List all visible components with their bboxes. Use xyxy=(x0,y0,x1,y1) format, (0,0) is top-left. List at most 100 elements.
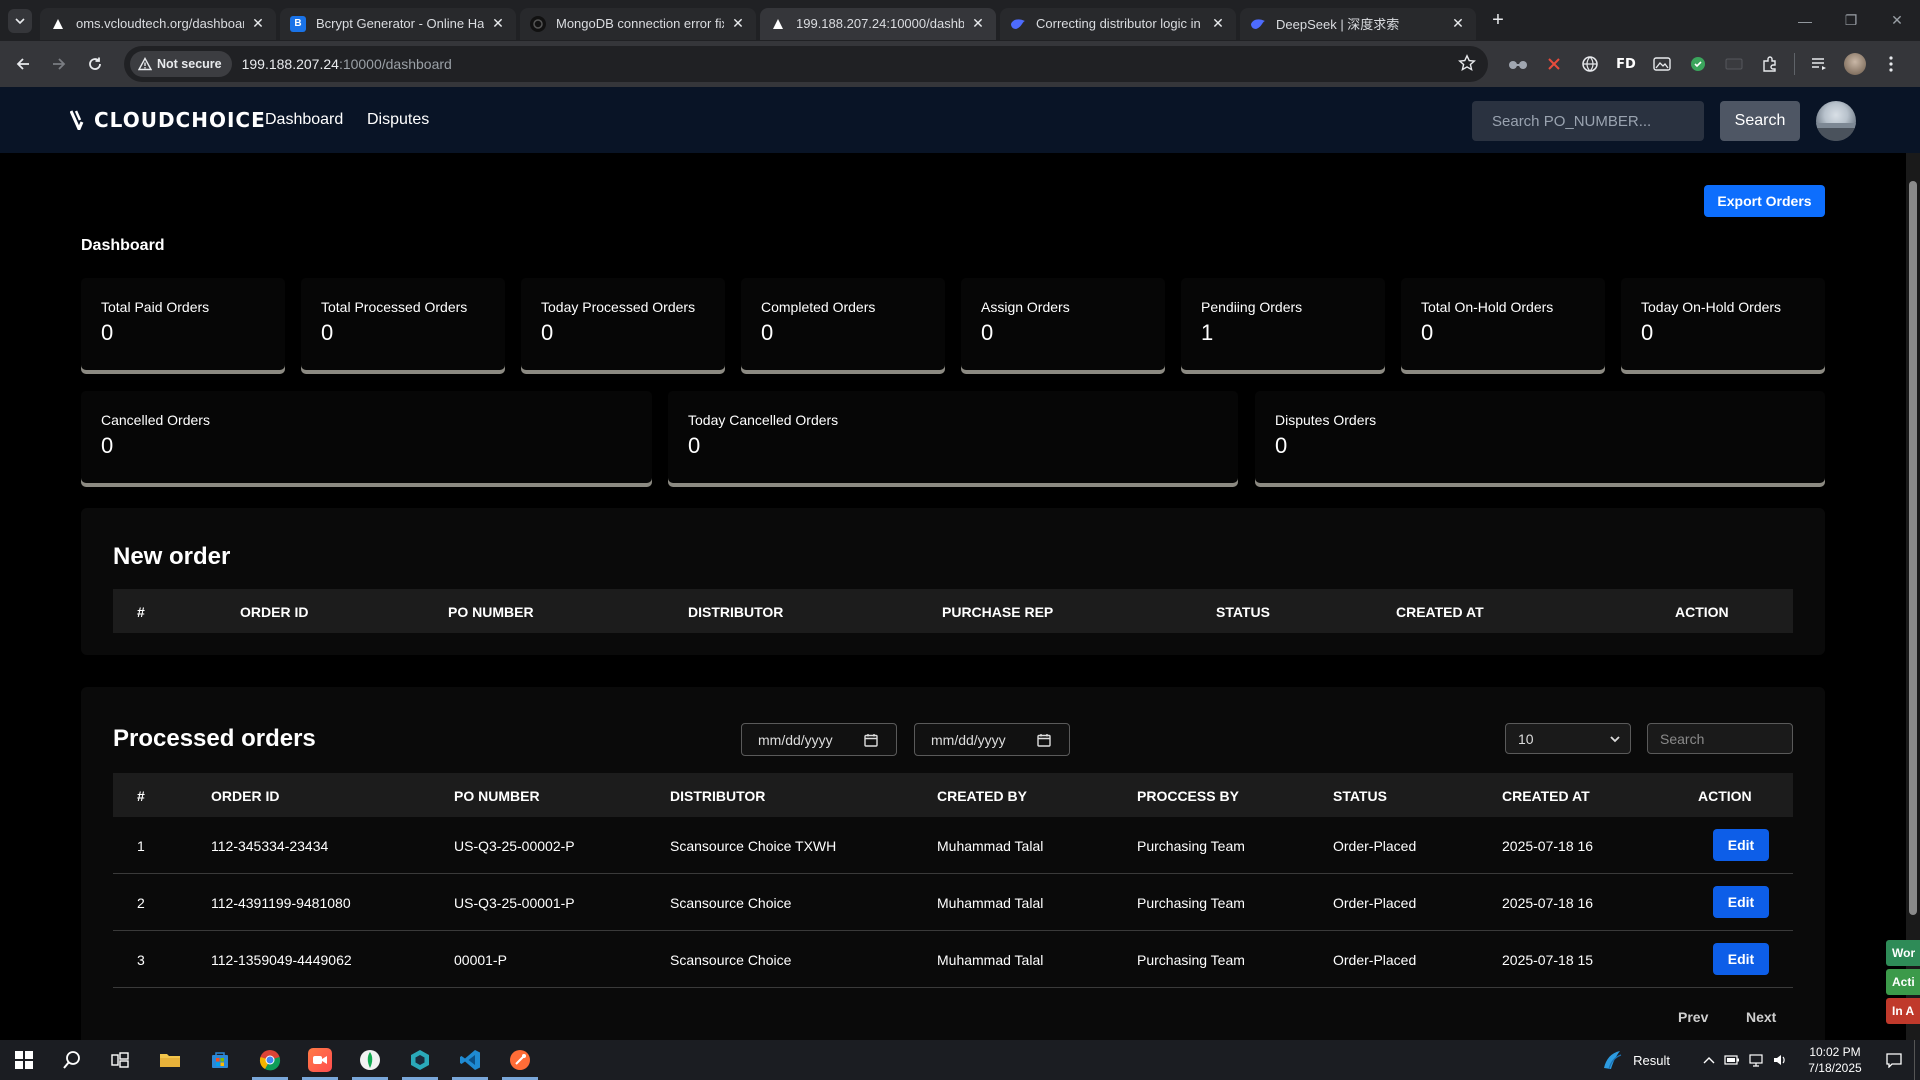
side-tag-in[interactable]: In A xyxy=(1886,998,1920,1024)
extension-x-icon[interactable] xyxy=(1536,41,1572,87)
url-host: 199.188.207.24 xyxy=(241,56,339,72)
export-orders-button[interactable]: Export Orders xyxy=(1704,185,1825,217)
edit-button[interactable]: Edit xyxy=(1713,943,1769,975)
column-header: # xyxy=(137,604,145,620)
date-to-input[interactable]: mm/dd/yyyy xyxy=(914,723,1070,756)
extension-fd-label: FD xyxy=(1616,56,1636,72)
po-search-input[interactable] xyxy=(1472,101,1704,141)
extension-screen-icon[interactable] xyxy=(1716,41,1752,87)
taskbar-clock[interactable]: 10:02 PM 7/18/2025 xyxy=(1796,1044,1874,1076)
extension-globe-icon[interactable] xyxy=(1572,41,1608,87)
next-page-button[interactable]: Next xyxy=(1746,1009,1776,1025)
zoom-taskbar-button[interactable] xyxy=(296,1040,344,1080)
network-icon[interactable] xyxy=(1744,1053,1768,1067)
close-icon[interactable]: ✕ xyxy=(970,15,986,32)
cell-number: 3 xyxy=(137,952,145,968)
extension-fd-icon[interactable]: FD xyxy=(1608,41,1644,87)
stat-card-disputes: Disputes Orders 0 xyxy=(1255,391,1825,487)
chrome-taskbar-button[interactable] xyxy=(246,1040,294,1080)
close-icon[interactable]: ✕ xyxy=(1450,15,1466,32)
browser-menu-icon[interactable] xyxy=(1873,41,1909,87)
cell-status: Order-Placed xyxy=(1333,838,1417,854)
store-button[interactable] xyxy=(196,1040,244,1080)
calendar-icon[interactable] xyxy=(864,733,878,747)
column-header: STATUS xyxy=(1333,788,1387,804)
show-desktop-button[interactable] xyxy=(1914,1040,1920,1080)
volume-icon[interactable] xyxy=(1768,1053,1792,1067)
new-tab-button[interactable]: + xyxy=(1484,7,1512,35)
windows-logo-icon xyxy=(15,1051,33,1069)
weather-icon xyxy=(1604,1051,1622,1070)
date-placeholder: mm/dd/yyyy xyxy=(931,731,1006,748)
edit-button[interactable]: Edit xyxy=(1713,886,1769,918)
page-size-select[interactable]: 10 xyxy=(1505,723,1631,754)
browser-tab-3[interactable]: MongoDB connection error fix ✕ xyxy=(520,7,756,40)
browser-tab-4[interactable]: 199.188.207.24:10000/dashboard ✕ xyxy=(760,7,996,40)
task-view-icon xyxy=(111,1052,129,1068)
bookmark-star-icon[interactable] xyxy=(1458,54,1476,72)
column-header: ACTION xyxy=(1698,788,1752,804)
tab-title: MongoDB connection error fix xyxy=(556,16,724,31)
taskbar-search-button[interactable] xyxy=(48,1040,96,1080)
close-icon[interactable]: ✕ xyxy=(490,15,506,32)
side-tag-active[interactable]: Acti xyxy=(1886,969,1920,995)
notifications-icon[interactable] xyxy=(1874,1052,1914,1068)
extension-glasses-icon[interactable] xyxy=(1500,41,1536,87)
app-taskbar-button[interactable] xyxy=(396,1040,444,1080)
cell-distributor: Scansource Choice xyxy=(670,952,792,968)
reload-button[interactable] xyxy=(78,47,112,81)
vscode-taskbar-button[interactable] xyxy=(446,1040,494,1080)
table-row: 3 112-1359049-4449062 00001-P Scansource… xyxy=(113,931,1793,988)
extensions-puzzle-icon[interactable] xyxy=(1752,41,1788,87)
close-window-icon[interactable]: ✕ xyxy=(1874,0,1920,41)
stat-value: 0 xyxy=(688,433,701,458)
minimize-icon[interactable]: — xyxy=(1782,0,1828,41)
chevron-up-icon[interactable] xyxy=(1698,1056,1720,1064)
mongodb-compass-button[interactable] xyxy=(346,1040,394,1080)
scrollbar-thumb[interactable] xyxy=(1909,181,1917,915)
extension-green-icon[interactable] xyxy=(1680,41,1716,87)
profile-avatar-icon[interactable] xyxy=(1837,41,1873,87)
file-explorer-button[interactable] xyxy=(146,1040,194,1080)
cell-created-at: 2025-07-18 15 xyxy=(1502,952,1594,968)
battery-icon[interactable] xyxy=(1720,1054,1744,1066)
logo-v-icon xyxy=(70,110,84,130)
table-search-input[interactable] xyxy=(1647,723,1793,754)
user-avatar[interactable] xyxy=(1816,101,1856,141)
not-secure-chip[interactable]: Not secure xyxy=(130,51,232,77)
processed-orders-title: Processed orders xyxy=(113,725,316,752)
browser-tab-1[interactable]: oms.vcloudtech.org/dashboard ✕ xyxy=(40,7,276,40)
search-button[interactable]: Search xyxy=(1720,101,1800,141)
close-icon[interactable]: ✕ xyxy=(1210,15,1226,32)
forward-button[interactable] xyxy=(42,47,76,81)
close-icon[interactable]: ✕ xyxy=(730,15,746,32)
restore-icon[interactable]: ❐ xyxy=(1828,0,1874,41)
calendar-icon[interactable] xyxy=(1037,733,1051,747)
nav-dashboard-link[interactable]: Dashboard xyxy=(265,111,343,129)
address-bar[interactable]: Not secure 199.188.207.24:10000/dashboar… xyxy=(124,46,1488,82)
side-tag-work[interactable]: Wor xyxy=(1886,940,1920,966)
weather-widget[interactable]: Result xyxy=(1601,1049,1670,1071)
edit-button[interactable]: Edit xyxy=(1713,829,1769,861)
start-button[interactable] xyxy=(0,1040,48,1080)
tab-search-button[interactable] xyxy=(8,8,32,33)
media-queue-icon[interactable] xyxy=(1801,41,1837,87)
column-header: ORDER ID xyxy=(211,788,280,804)
prev-page-button[interactable]: Prev xyxy=(1678,1009,1708,1025)
app-favicon-icon xyxy=(770,16,786,32)
browser-tab-5[interactable]: Correcting distributor logic in J ✕ xyxy=(1000,7,1236,40)
logo[interactable]: CLOUDCHOICE xyxy=(70,108,266,132)
page-scrollbar[interactable] xyxy=(1906,153,1920,1040)
browser-tab-2[interactable]: B Bcrypt Generator - Online Hash ✕ xyxy=(280,7,516,40)
extension-image-icon[interactable] xyxy=(1644,41,1680,87)
stat-card-total-on-hold: Total On-Hold Orders 0 xyxy=(1401,278,1605,374)
close-icon[interactable]: ✕ xyxy=(250,15,266,32)
back-button[interactable] xyxy=(6,47,40,81)
new-order-title: New order xyxy=(113,543,231,570)
task-view-button[interactable] xyxy=(96,1040,144,1080)
date-from-input[interactable]: mm/dd/yyyy xyxy=(741,723,897,756)
browser-tab-6[interactable]: DeepSeek | 深度求索 ✕ xyxy=(1240,7,1476,40)
postman-taskbar-button[interactable] xyxy=(496,1040,544,1080)
nav-disputes-link[interactable]: Disputes xyxy=(367,111,429,129)
chrome-icon xyxy=(259,1050,281,1071)
